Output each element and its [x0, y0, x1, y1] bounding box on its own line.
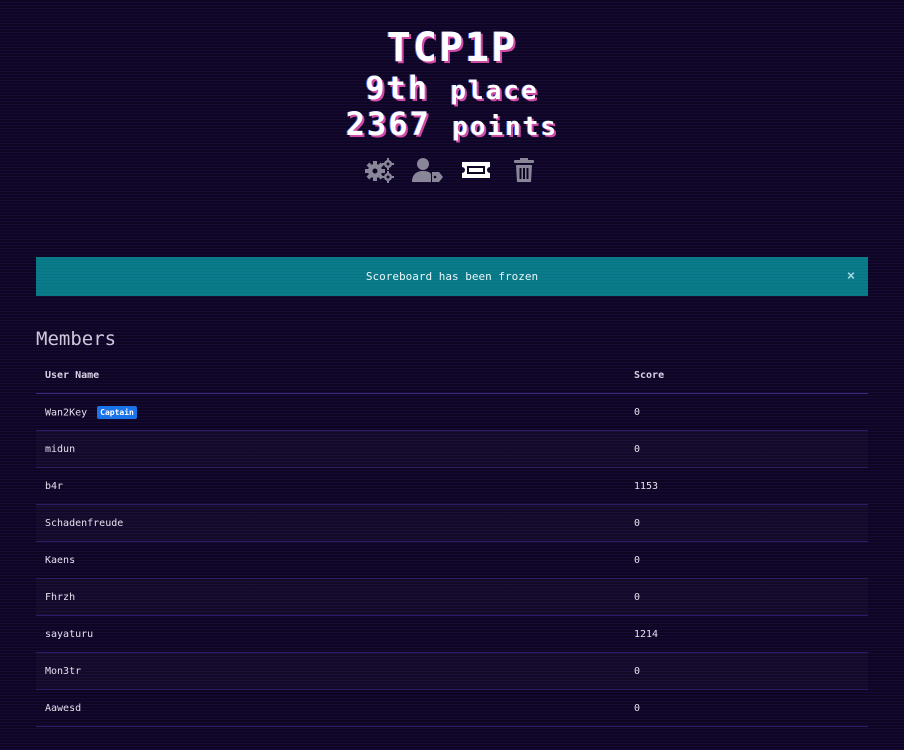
table-header-row: User Name Score [36, 357, 868, 394]
table-row: Fhrzh 0 [36, 578, 868, 616]
member-name-cell: b4r [36, 467, 625, 505]
member-score: 0 [625, 541, 868, 579]
table-row: Mon3tr 0 [36, 652, 868, 690]
alert-message: Scoreboard has been frozen [365, 270, 539, 283]
member-score: 1153 [625, 467, 868, 505]
member-link[interactable]: Wan2Key [45, 407, 87, 418]
team-place: 9th place [0, 72, 904, 106]
member-score: 0 [625, 504, 868, 542]
member-score: 0 [625, 393, 868, 431]
member-name-cell: Schadenfreude [36, 504, 625, 542]
member-link[interactable]: sayaturu [45, 629, 93, 640]
member-link[interactable]: Fhrzh [45, 592, 75, 603]
member-name-cell: sayaturu [36, 615, 625, 653]
place-number: 9th [365, 69, 430, 107]
member-link[interactable]: Mon3tr [45, 666, 81, 677]
invite-button[interactable] [460, 156, 492, 184]
place-word: place [450, 76, 539, 106]
member-link[interactable]: midun [45, 444, 75, 455]
member-score: 1214 [625, 615, 868, 653]
user-tag-icon [412, 158, 443, 182]
member-name-cell: midun [36, 430, 625, 468]
team-name: TCP1P [386, 25, 518, 71]
scoreboard-frozen-alert: Scoreboard has been frozen × [36, 257, 868, 296]
table-row: b4r 1153 [36, 467, 868, 505]
member-name-cell: Aawesd [36, 689, 625, 727]
member-score: 0 [625, 652, 868, 690]
points-number: 2367 [345, 105, 431, 143]
member-name-cell: Wan2Key Captain [36, 393, 625, 431]
table-row: midun 0 [36, 430, 868, 468]
gears-icon [365, 158, 394, 183]
member-score: 0 [625, 689, 868, 727]
members-table: User Name Score Wan2Key Captain 0 midun 0… [36, 357, 868, 727]
member-name-cell: Kaens [36, 541, 625, 579]
column-header-score: Score [625, 357, 868, 394]
members-title: Members [36, 328, 117, 350]
table-row: sayaturu 1214 [36, 615, 868, 653]
team-header: TCP1P 9th place 2367 points [0, 28, 904, 184]
table-row: Kaens 0 [36, 541, 868, 579]
team-points: 2367 points [0, 108, 904, 142]
member-name-cell: Mon3tr [36, 652, 625, 690]
captain-badge: Captain [97, 405, 137, 419]
team-actions [0, 156, 904, 184]
ticket-icon [462, 162, 490, 178]
member-name-cell: Fhrzh [36, 578, 625, 616]
delete-button[interactable] [508, 156, 540, 184]
table-row: Wan2Key Captain 0 [36, 393, 868, 431]
close-icon[interactable]: × [844, 269, 858, 283]
member-link[interactable]: b4r [45, 481, 63, 492]
member-score: 0 [625, 430, 868, 468]
trash-icon [514, 158, 534, 182]
captain-button[interactable] [412, 156, 444, 184]
member-link[interactable]: Aawesd [45, 703, 81, 714]
member-link[interactable]: Kaens [45, 555, 75, 566]
table-row: Schadenfreude 0 [36, 504, 868, 542]
member-link[interactable]: Schadenfreude [45, 518, 123, 529]
points-word: points [452, 112, 559, 142]
column-header-username: User Name [36, 357, 625, 394]
settings-button[interactable] [364, 156, 396, 184]
member-score: 0 [625, 578, 868, 616]
table-row: Aawesd 0 [36, 689, 868, 727]
